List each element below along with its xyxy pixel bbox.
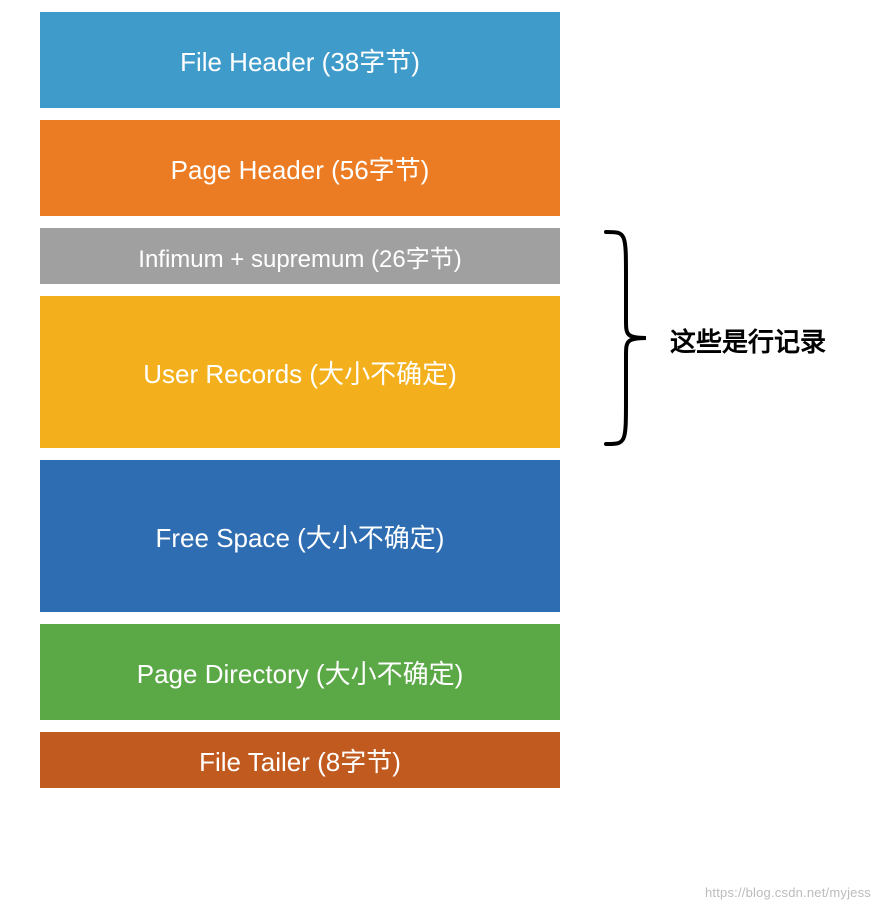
- free-space-label: Free Space (大小不确定): [156, 518, 445, 555]
- user-records-block: User Records (大小不确定): [40, 296, 560, 448]
- file-tailer-block: File Tailer (8字节): [40, 732, 560, 788]
- row-records-annotation: 这些是行记录: [670, 322, 826, 359]
- infimum-supremum-label: Infimum + supremum (26字节): [138, 239, 461, 274]
- file-tailer-label: File Tailer (8字节): [199, 742, 401, 779]
- row-records-brace-group: 这些是行记录: [600, 228, 860, 448]
- free-space-block: Free Space (大小不确定): [40, 460, 560, 612]
- file-header-block: File Header (38字节): [40, 12, 560, 108]
- infimum-supremum-block: Infimum + supremum (26字节): [40, 228, 560, 284]
- watermark-text: https://blog.csdn.net/myjess: [705, 885, 871, 900]
- page-directory-label: Page Directory (大小不确定): [137, 654, 464, 691]
- file-header-label: File Header (38字节): [180, 42, 420, 79]
- user-records-label: User Records (大小不确定): [143, 354, 456, 391]
- page-structure-stack: File Header (38字节) Page Header (56字节) In…: [40, 12, 560, 788]
- page-header-block: Page Header (56字节): [40, 120, 560, 216]
- page-directory-block: Page Directory (大小不确定): [40, 624, 560, 720]
- diagram-container: File Header (38字节) Page Header (56字节) In…: [40, 12, 560, 788]
- page-header-label: Page Header (56字节): [171, 150, 430, 187]
- brace-icon: [600, 228, 660, 448]
